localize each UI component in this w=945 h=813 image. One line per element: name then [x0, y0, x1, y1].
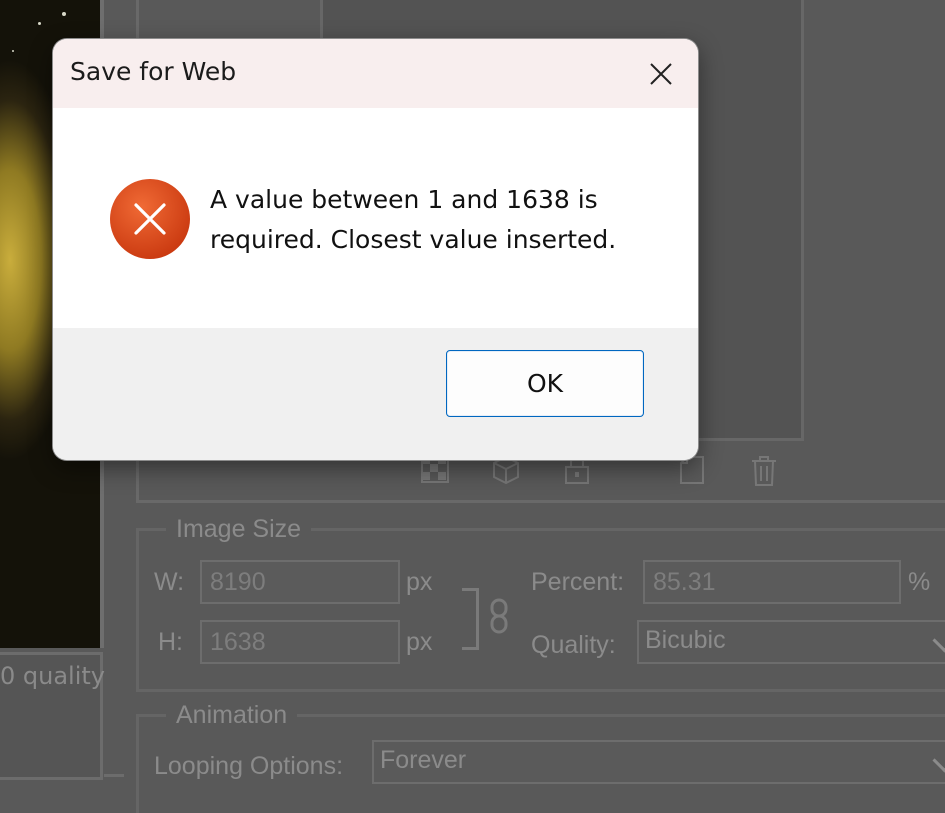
dialog-body: A value between 1 and 1638 is required. …	[53, 108, 698, 328]
chevron-down-icon	[932, 628, 945, 653]
image-size-title: Image Size	[166, 515, 312, 544]
percent-input[interactable]: 85.31	[643, 560, 901, 604]
message-line-1: A value between 1 and 1638 is	[210, 185, 598, 214]
height-unit: px	[406, 628, 433, 656]
dialog-footer: OK	[53, 328, 698, 460]
error-icon	[109, 178, 191, 260]
preview-quality-text: 0 quality	[0, 662, 105, 690]
percent-label: Percent:	[531, 568, 625, 596]
quality-label: Quality:	[531, 631, 616, 659]
image-size-group	[136, 528, 945, 692]
width-label: W:	[154, 568, 185, 596]
width-unit: px	[406, 568, 433, 596]
panel-divider	[104, 774, 124, 813]
ok-button[interactable]: OK	[446, 350, 644, 417]
close-icon	[650, 63, 672, 85]
height-label: H:	[158, 628, 183, 656]
dialog-titlebar: Save for Web	[53, 39, 698, 108]
error-message: A value between 1 and 1638 is required. …	[210, 180, 650, 260]
looping-select[interactable]: Forever	[372, 740, 945, 784]
width-input[interactable]: 8190	[200, 560, 400, 604]
dialog-title: Save for Web	[70, 57, 237, 86]
constrain-bracket	[462, 588, 479, 650]
chevron-down-icon	[932, 748, 945, 773]
height-input[interactable]: 1638	[200, 620, 400, 664]
looping-label: Looping Options:	[154, 752, 344, 780]
trash-icon[interactable]	[750, 455, 780, 486]
quality-select[interactable]: Bicubic	[637, 620, 945, 664]
error-dialog: Save for Web A value between 1 and 1638 …	[53, 39, 698, 460]
animation-title: Animation	[166, 701, 298, 730]
quality-value: Bicubic	[645, 626, 726, 654]
looping-value: Forever	[380, 746, 467, 774]
link-icon[interactable]	[490, 598, 508, 634]
close-button[interactable]	[638, 51, 684, 97]
message-line-2: required. Closest value inserted.	[210, 225, 617, 254]
percent-unit: %	[908, 568, 931, 596]
